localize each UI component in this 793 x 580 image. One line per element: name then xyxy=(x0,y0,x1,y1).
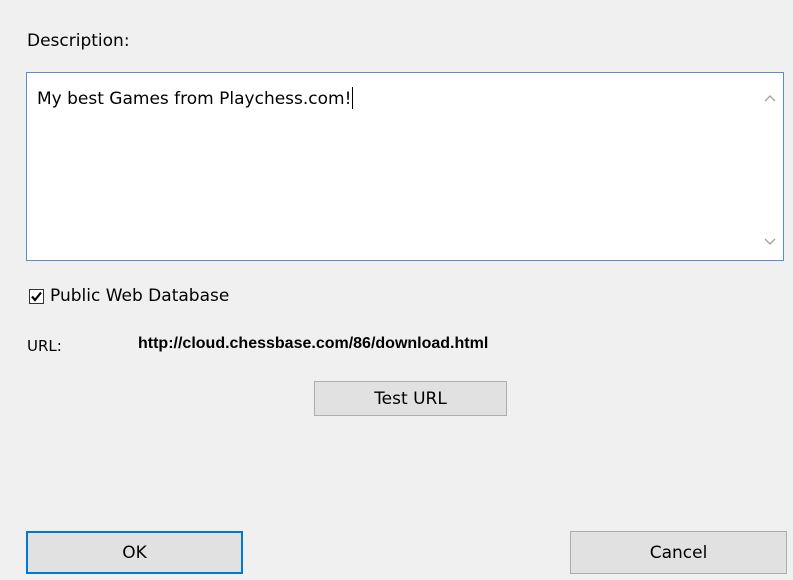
cancel-button[interactable]: Cancel xyxy=(570,531,787,574)
chevron-up-icon[interactable] xyxy=(761,89,779,107)
text-caret xyxy=(352,87,354,109)
database-properties-dialog: Description: My best Games from Playches… xyxy=(0,0,793,580)
checkmark-icon xyxy=(31,291,42,302)
test-url-button[interactable]: Test URL xyxy=(314,381,507,416)
description-text: My best Games from Playchess.com! xyxy=(37,89,352,109)
chevron-down-icon[interactable] xyxy=(761,233,779,251)
description-scrollbar[interactable] xyxy=(757,73,783,260)
public-web-database-checkbox[interactable] xyxy=(29,288,44,304)
description-textarea[interactable]: My best Games from Playchess.com! xyxy=(26,72,784,261)
public-web-database-option[interactable]: Public Web Database xyxy=(29,286,229,306)
url-label: URL: xyxy=(27,337,62,355)
ok-button[interactable]: OK xyxy=(26,531,243,574)
url-value: http://cloud.chessbase.com/86/download.h… xyxy=(138,335,489,352)
description-label: Description: xyxy=(27,31,130,51)
public-web-database-label: Public Web Database xyxy=(50,286,230,306)
